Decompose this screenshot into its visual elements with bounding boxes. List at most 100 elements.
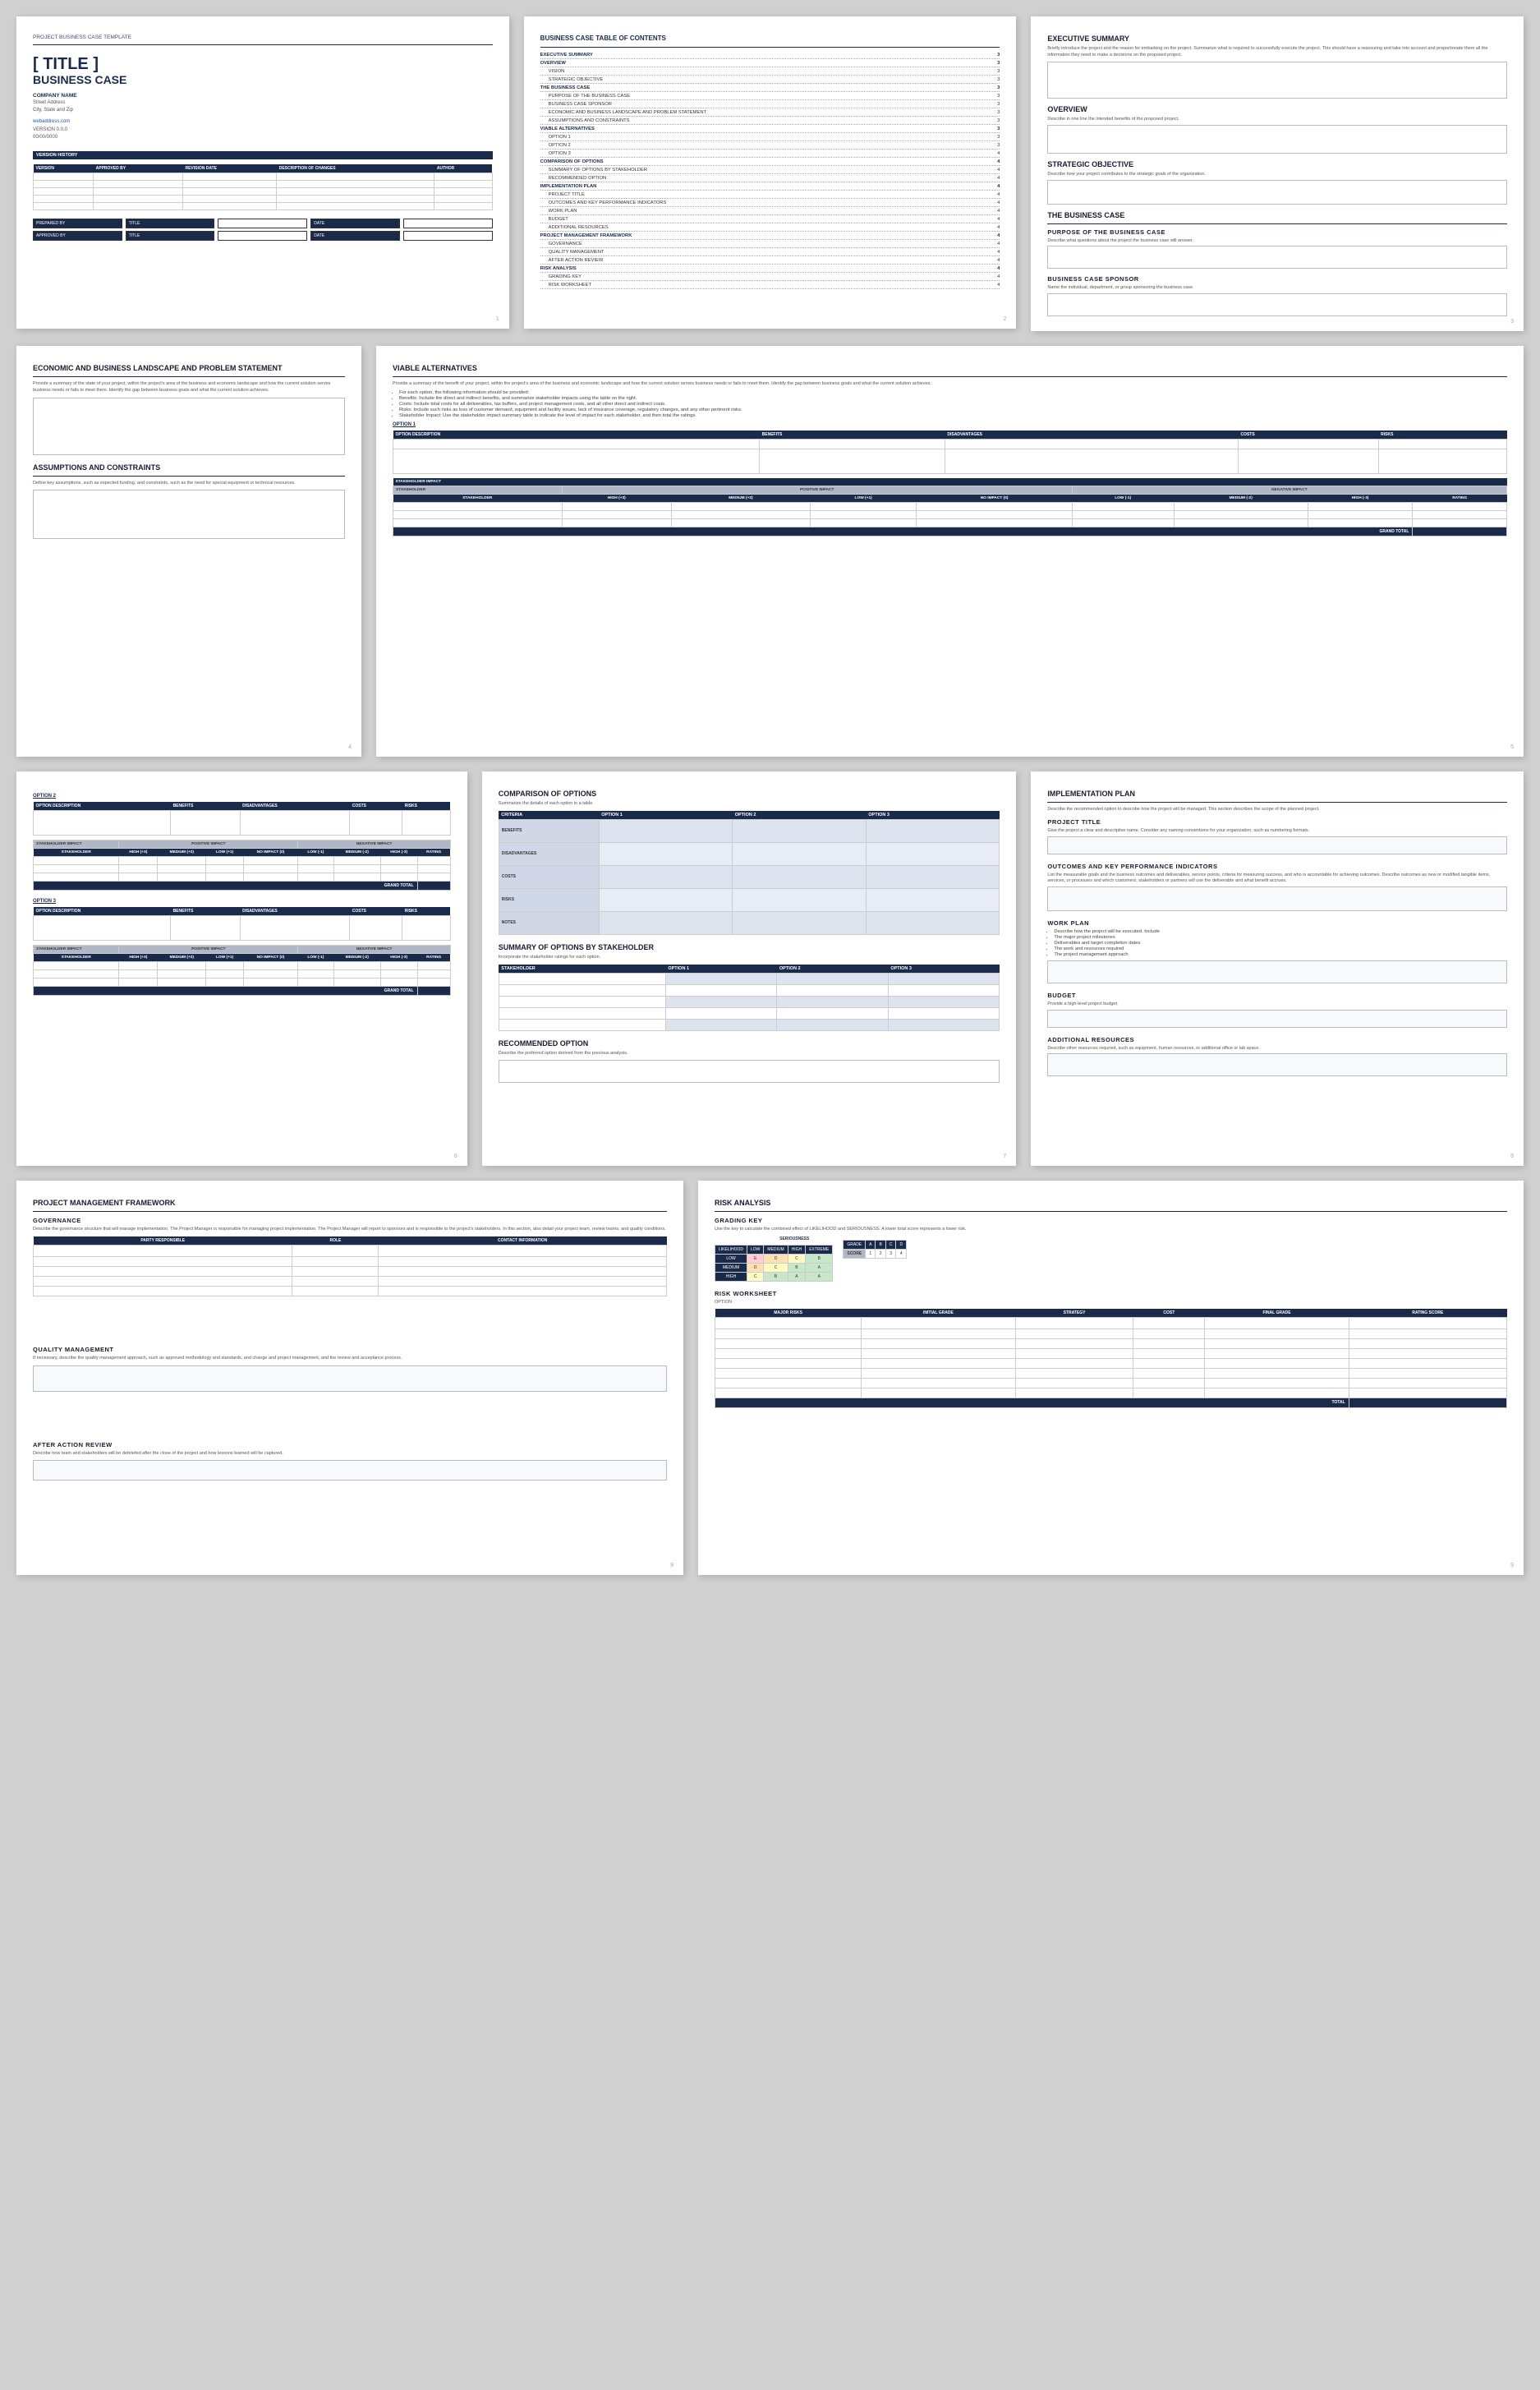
grade-med: MEDIUM	[764, 1245, 788, 1254]
table-row	[715, 1368, 1507, 1378]
toc-item: RISK WORKSHEET4	[540, 283, 1000, 289]
table-row	[34, 970, 451, 979]
option1-table: OPTION DESCRIPTION BENEFITS DISADVANTAGE…	[393, 431, 1507, 474]
econ-desc: Provide a summary of the state of your p…	[33, 381, 345, 394]
comp-row-notes: NOTES	[499, 911, 1000, 934]
grading-grid-table: LIKELIHOOD LOW MEDIUM HIGH EXTREME LOW E	[715, 1245, 833, 1282]
col-neg3: NEGATIVE IMPACT	[298, 946, 451, 954]
after-section: AFTER ACTION REVIEW Describe how team an…	[33, 1441, 667, 1481]
cover-template-label: PROJECT BUSINESS CASE TEMPLATE	[33, 35, 493, 40]
cover-street: Street Address	[33, 99, 493, 107]
outcomes-section: OUTCOMES AND KEY PERFORMANCE INDICATORS …	[1047, 863, 1507, 911]
table-row	[393, 502, 1507, 510]
col-high-neg: HIGH (-3)	[1308, 494, 1413, 502]
option2-header: OPTION 2	[33, 794, 451, 799]
page-num-8: 8	[1510, 1154, 1514, 1159]
col-description: DESCRIPTION OF CHANGES	[277, 164, 434, 173]
col-ln3: LOW (-1)	[298, 849, 333, 857]
cover-date: 00/00/0000	[33, 135, 493, 140]
comp-col-opt1: OPTION 1	[599, 811, 733, 820]
cover-company: COMPANY NAME	[33, 93, 493, 99]
table-row	[34, 857, 451, 865]
page-num-5: 5	[1510, 744, 1514, 750]
row1: PROJECT BUSINESS CASE TEMPLATE [ TITLE ]…	[16, 16, 1524, 331]
toc-item: RISK ANALYSIS4	[540, 266, 1000, 273]
budget-desc: Provide a high-level project budget.	[1047, 1002, 1507, 1008]
toc-item: OVERVIEW3	[540, 61, 1000, 67]
comparison-desc: Summarize the details of each option in …	[499, 801, 1000, 808]
overview-box	[1047, 125, 1507, 154]
bullet-item: The project management approach	[1054, 952, 1507, 957]
table-row	[34, 916, 451, 941]
col-l4: LOW (+1)	[206, 954, 243, 962]
table-row	[34, 1266, 667, 1276]
cover-city: City, State and Zip	[33, 107, 493, 114]
col-rating: RATING	[1413, 494, 1507, 502]
table-row	[34, 1286, 667, 1296]
option3-table: OPTION DESCRIPTION BENEFITS DISADVANTAGE…	[33, 907, 451, 941]
scale-c: C	[885, 1240, 896, 1249]
stakeholder-summary-title: SUMMARY OF OPTIONS BY STAKEHOLDER	[499, 943, 1000, 951]
row4: PROJECT MANAGEMENT FRAMEWORK GOVERNANCE …	[16, 1181, 1524, 1575]
pmf-title: PROJECT MANAGEMENT FRAMEWORK	[33, 1199, 667, 1207]
quality-desc: If necessary, describe the quality manag…	[33, 1356, 667, 1362]
sh-col-opt2: OPTION 2	[777, 965, 888, 974]
rw-col-rating: RATING SCORE	[1349, 1309, 1506, 1318]
bullet-item: Benefits: Include the direct and indirec…	[399, 396, 1507, 401]
col-hn3: HIGH (-3)	[380, 849, 417, 857]
prepared-val2	[403, 219, 493, 228]
col-low-neg: LOW (-1)	[1072, 494, 1174, 502]
col-disadv3: DISADVANTAGES	[240, 907, 350, 916]
toc-item: OPTION 23	[540, 143, 1000, 150]
col-n4: NO IMPACT (0)	[243, 954, 297, 962]
after-box	[33, 1460, 667, 1481]
col-sh6: STAKEHOLDER	[34, 954, 119, 962]
prepared-by-label: PREPARED BY	[33, 219, 122, 228]
table-row	[34, 173, 493, 181]
toc-item: GRADING KEY4	[540, 274, 1000, 281]
grading-desc: Use the key to calculate the combined ef…	[715, 1227, 1507, 1233]
toc-item: WORK PLAN4	[540, 209, 1000, 215]
overview-desc: Describe in one line the intended benefi…	[1047, 117, 1507, 123]
col-mn3: MEDIUM (-2)	[333, 849, 380, 857]
col-r3: RATING	[417, 849, 450, 857]
scale-score-3: 3	[885, 1249, 896, 1258]
stakeholder-summary-desc: Incorporate the stakeholder ratings for …	[499, 955, 1000, 961]
gov-col-role: ROLE	[292, 1236, 379, 1246]
toc-item: COMPARISON OF OPTIONS4	[540, 159, 1000, 166]
col-costs3: COSTS	[350, 907, 402, 916]
approved-by-label: APPROVED BY	[33, 231, 122, 241]
col-low-pos: LOW (+1)	[810, 494, 917, 502]
bullet-item: Deliverables and target completion dates	[1054, 941, 1507, 946]
page-num-2: 2	[1003, 316, 1006, 322]
purpose-desc: Describe what questions about the projec…	[1047, 238, 1507, 245]
comp-row-costs: COSTS	[499, 865, 1000, 888]
comparison-table: CRITERIA OPTION 1 OPTION 2 OPTION 3 BENE…	[499, 811, 1000, 935]
table-row	[34, 1276, 667, 1286]
toc-item: OPTION 13	[540, 135, 1000, 141]
grade-val-c3: C	[747, 1272, 764, 1281]
rw-col-strategy: STRATEGY	[1015, 1309, 1133, 1318]
col-disadv2: DISADVANTAGES	[240, 802, 350, 811]
toc-item: PURPOSE OF THE BUSINESS CASE3	[540, 94, 1000, 100]
grade-val-e: E	[747, 1254, 764, 1263]
col-disadv: DISADVANTAGES	[945, 431, 1238, 440]
econ-page: ECONOMIC AND BUSINESS LANDSCAPE AND PROB…	[16, 346, 361, 757]
governance-title: GOVERNANCE	[33, 1217, 667, 1224]
comparison-title: COMPARISON OF OPTIONS	[499, 790, 1000, 798]
project-title-label: PROJECT TITLE	[1047, 818, 1507, 826]
after-desc: Describe how team and stakeholders will …	[33, 1451, 667, 1457]
col-approved: APPROVED BY	[94, 164, 183, 173]
col-risks2: RISKS	[402, 802, 451, 811]
purpose-box	[1047, 246, 1507, 269]
grade-val-c2: C	[764, 1263, 788, 1272]
toc-item: PROJECT MANAGEMENT FRAMEWORK4	[540, 233, 1000, 240]
table-row	[34, 811, 451, 836]
toc-item: ADDITIONAL RESOURCES4	[540, 225, 1000, 232]
prepared-title-label: TITLE	[126, 219, 215, 228]
option1-header: OPTION 1	[393, 422, 1507, 427]
grade-val-d2: D	[747, 1263, 764, 1272]
toc-item: IMPLEMENTATION PLAN4	[540, 184, 1000, 191]
resources-section: ADDITIONAL RESOURCES Describe other reso…	[1047, 1036, 1507, 1077]
col-l3: LOW (+1)	[206, 849, 243, 857]
